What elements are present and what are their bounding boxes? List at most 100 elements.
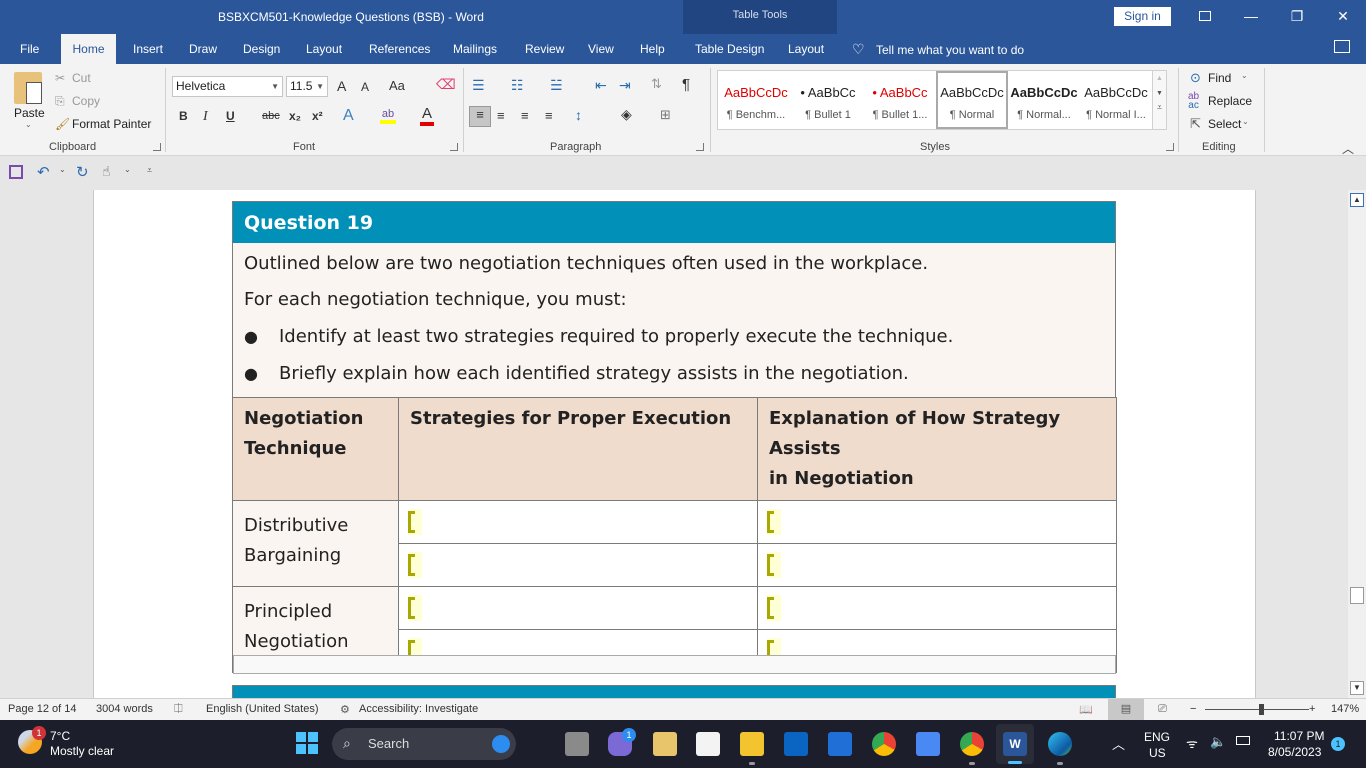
underline-button[interactable]: U bbox=[226, 109, 235, 123]
copy-button[interactable]: Copy bbox=[72, 94, 100, 108]
style-bullet-1-red[interactable]: • AaBbCc ¶ Bullet 1... bbox=[864, 71, 936, 129]
weather-temp[interactable]: 7°C bbox=[50, 729, 70, 743]
taskbar-search[interactable]: ⌕ Search bbox=[332, 728, 516, 760]
task-view-icon[interactable] bbox=[565, 732, 589, 756]
start-button[interactable] bbox=[296, 732, 318, 754]
save-icon[interactable] bbox=[9, 165, 23, 179]
word-taskbar-button[interactable]: W bbox=[996, 724, 1034, 764]
strategy-answer-field[interactable] bbox=[398, 500, 758, 544]
font-size-combo[interactable]: 11.5 ▼ bbox=[286, 76, 328, 97]
proofing-icon[interactable]: ⎅ bbox=[174, 703, 183, 716]
align-left-icon[interactable]: ≡ bbox=[469, 106, 491, 127]
paste-icon[interactable] bbox=[14, 72, 42, 104]
tab-view[interactable]: View bbox=[578, 34, 624, 64]
highlight-color-icon[interactable]: ab bbox=[380, 108, 396, 124]
scrollbar-thumb[interactable] bbox=[1350, 587, 1364, 604]
tab-table-design[interactable]: Table Design bbox=[685, 34, 774, 64]
tab-review[interactable]: Review bbox=[515, 34, 574, 64]
collapse-ribbon-icon[interactable]: ︿ bbox=[1342, 140, 1354, 157]
scanner-icon[interactable] bbox=[828, 732, 852, 756]
page-count[interactable]: Page 12 of 14 bbox=[8, 703, 77, 715]
clipboard-launcher-icon[interactable] bbox=[153, 143, 161, 151]
change-case-button[interactable]: Aa bbox=[389, 78, 405, 93]
increase-indent-icon[interactable]: ⇥ bbox=[619, 77, 631, 94]
grow-font-icon[interactable]: A bbox=[337, 78, 346, 94]
scroll-down-icon[interactable]: ▼ bbox=[1350, 681, 1364, 695]
redo-icon[interactable]: ↻ bbox=[76, 163, 89, 181]
print-layout-icon[interactable]: ▤ bbox=[1108, 699, 1144, 720]
sort-icon[interactable]: ⇅ bbox=[651, 76, 662, 92]
style-normal-indent[interactable]: AaBbCcDc ¶ Normal I... bbox=[1080, 71, 1152, 129]
word-count[interactable]: 3004 words bbox=[96, 703, 153, 715]
tell-me-search[interactable]: ♡ Tell me what you want to do bbox=[852, 34, 1024, 64]
find-button[interactable]: Find bbox=[1208, 71, 1231, 85]
shading-icon[interactable]: ◈ bbox=[621, 106, 632, 123]
explanation-answer-field[interactable] bbox=[757, 586, 1117, 630]
style-benchmark[interactable]: AaBbCcDc ¶ Benchm... bbox=[720, 71, 792, 129]
battery-icon[interactable] bbox=[1236, 736, 1250, 745]
chevron-down-icon[interactable]: ⌄ bbox=[1241, 71, 1248, 80]
placeholder-bracket-icon[interactable] bbox=[408, 595, 422, 621]
text-effects-icon[interactable]: A bbox=[343, 107, 354, 125]
shrink-font-icon[interactable]: A bbox=[361, 80, 369, 94]
language-indicator[interactable]: English (United States) bbox=[206, 703, 319, 715]
strategy-answer-field[interactable] bbox=[398, 586, 758, 630]
notification-badge[interactable]: 1 bbox=[1331, 737, 1345, 751]
show-formatting-marks-icon[interactable]: ¶ bbox=[682, 76, 690, 93]
edge-icon[interactable] bbox=[1048, 732, 1072, 756]
explanation-answer-field[interactable] bbox=[757, 543, 1117, 587]
accessibility-status[interactable]: Accessibility: Investigate bbox=[359, 703, 478, 715]
tab-file[interactable]: File bbox=[10, 34, 49, 64]
scroll-up-icon[interactable]: ▲ bbox=[1153, 75, 1166, 82]
font-color-icon[interactable]: A bbox=[420, 106, 434, 126]
chevron-down-icon[interactable]: ⌄ bbox=[59, 165, 66, 174]
tab-references[interactable]: References bbox=[359, 34, 440, 64]
vertical-scrollbar[interactable]: ▲ ▼ bbox=[1348, 190, 1366, 698]
microsoft-store-icon[interactable] bbox=[696, 732, 720, 756]
placeholder-bracket-icon[interactable] bbox=[408, 509, 422, 535]
wifi-icon[interactable]: ᯤ bbox=[1186, 734, 1198, 752]
placeholder-bracket-icon[interactable] bbox=[408, 552, 422, 578]
font-launcher-icon[interactable] bbox=[450, 143, 458, 151]
chrome-icon[interactable] bbox=[872, 732, 896, 756]
bing-icon[interactable] bbox=[492, 735, 510, 753]
web-layout-icon[interactable]: ⎚ bbox=[1158, 703, 1167, 716]
chevron-down-icon[interactable]: ⌄ bbox=[124, 165, 131, 174]
volume-icon[interactable]: 🔈 bbox=[1210, 734, 1226, 750]
show-hidden-icons-chevron[interactable]: ︿ bbox=[1112, 734, 1125, 753]
strategy-answer-field[interactable] bbox=[398, 543, 758, 587]
google-docs-icon[interactable] bbox=[916, 732, 940, 756]
align-right-icon[interactable]: ≡ bbox=[521, 108, 529, 123]
chevron-down-icon[interactable]: ⌄ bbox=[1242, 117, 1249, 126]
font-name-combo[interactable]: Helvetica ▼ bbox=[172, 76, 283, 97]
close-icon[interactable]: ✕ bbox=[1328, 6, 1358, 26]
italic-button[interactable]: I bbox=[203, 109, 208, 125]
explanation-answer-field[interactable] bbox=[757, 500, 1117, 544]
clock-date[interactable]: 8/05/2023 bbox=[1268, 745, 1321, 759]
styles-gallery-scroll[interactable]: ▲ ▼ ⩡ bbox=[1152, 71, 1166, 129]
tab-insert[interactable]: Insert bbox=[123, 34, 173, 64]
zoom-slider[interactable] bbox=[1205, 709, 1309, 710]
placeholder-bracket-icon[interactable] bbox=[767, 509, 781, 535]
scroll-down-icon[interactable]: ▼ bbox=[1153, 90, 1166, 97]
minimize-icon[interactable]: — bbox=[1236, 6, 1266, 26]
file-explorer-icon[interactable] bbox=[740, 732, 764, 756]
clear-formatting-icon[interactable]: ⌫ bbox=[436, 76, 456, 93]
tab-help[interactable]: Help bbox=[630, 34, 675, 64]
zoom-out-button[interactable]: − bbox=[1190, 703, 1196, 715]
tab-table-layout[interactable]: Layout bbox=[778, 34, 834, 64]
multilevel-list-icon[interactable]: ☱ bbox=[550, 77, 563, 94]
bold-button[interactable]: B bbox=[179, 109, 188, 123]
align-center-icon[interactable]: ≡ bbox=[497, 108, 505, 123]
tab-design[interactable]: Design bbox=[233, 34, 290, 64]
paste-button[interactable]: Paste bbox=[14, 106, 45, 120]
format-painter-button[interactable]: Format Painter bbox=[72, 117, 151, 131]
justify-icon[interactable]: ≡ bbox=[545, 108, 553, 123]
tab-mailings[interactable]: Mailings bbox=[443, 34, 507, 64]
cut-button[interactable]: Cut bbox=[72, 71, 91, 85]
onedrive-folder-icon[interactable] bbox=[653, 732, 677, 756]
sign-in-button[interactable]: Sign in bbox=[1114, 7, 1171, 26]
superscript-button[interactable]: x² bbox=[312, 109, 323, 123]
chrome-icon[interactable] bbox=[960, 732, 984, 756]
scroll-up-icon[interactable]: ▲ bbox=[1350, 193, 1364, 207]
